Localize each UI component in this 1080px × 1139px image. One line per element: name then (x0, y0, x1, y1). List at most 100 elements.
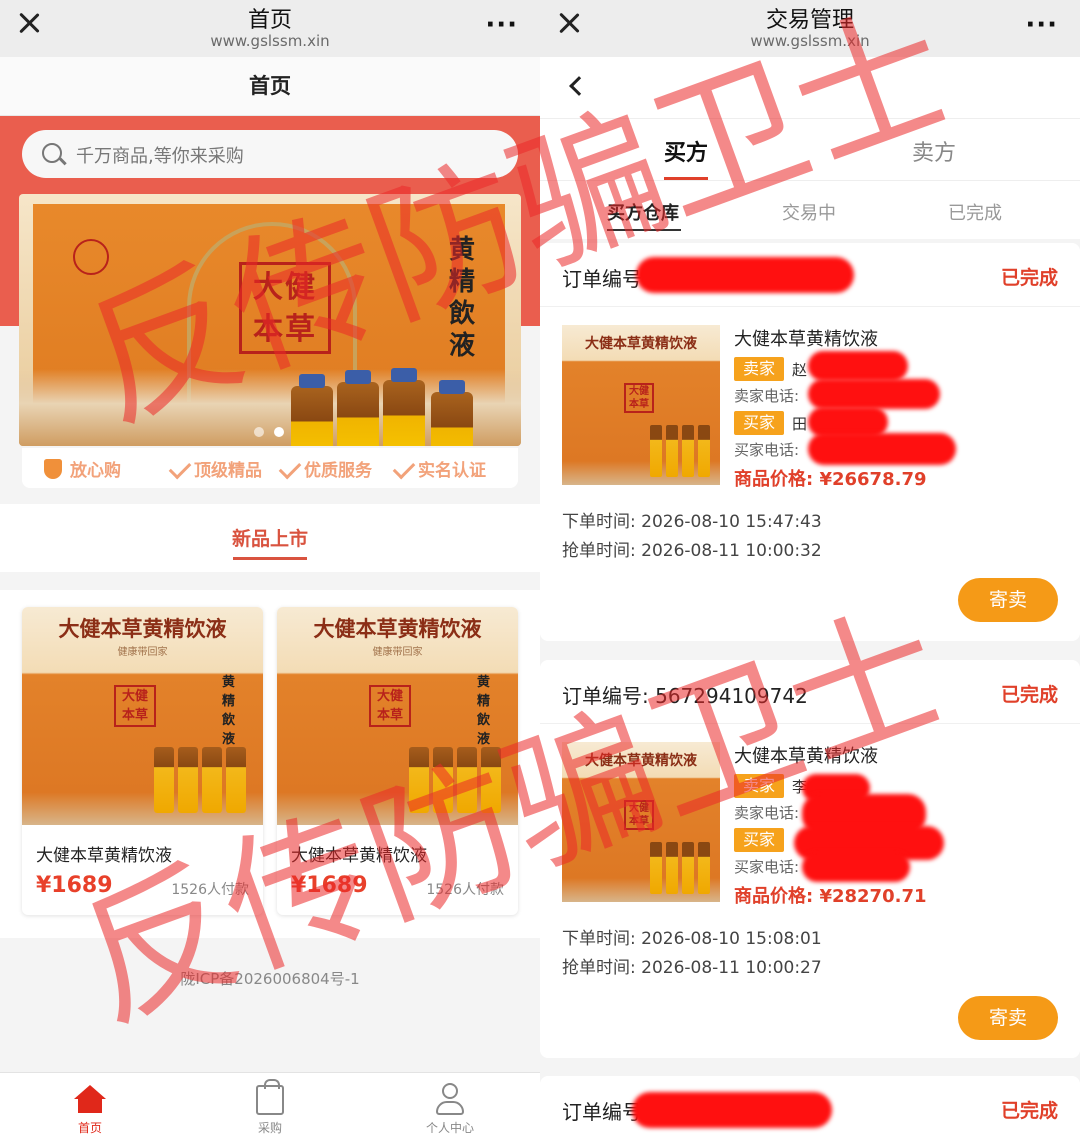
bottle-image (682, 842, 694, 894)
nav-bar (540, 57, 1080, 119)
product-image-title: 大健本草黄精饮液 (585, 336, 697, 352)
product-vertical-text: 黄精飲液 (222, 675, 236, 747)
badge-item: 放心购 (44, 456, 121, 481)
product-stamp: 大健 本草 (624, 800, 654, 830)
icp-record[interactable]: 陇ICP备2026006804号-1 (0, 968, 540, 989)
seller-tag: 卖家 (734, 357, 784, 381)
tab-in-progress[interactable]: 交易中 (782, 199, 836, 225)
redaction-mark (636, 257, 854, 293)
more-icon[interactable]: ··· (485, 10, 518, 40)
product-stamp: 大健 本草 (114, 685, 156, 727)
new-arrivals-header: 新品上市 (0, 504, 540, 572)
grab-time: 抢单时间: 2026-08-11 10:00:32 (562, 541, 822, 561)
bottle-image (409, 747, 429, 813)
window-url: www.gslssm.xin (210, 32, 330, 50)
search-icon (42, 143, 62, 163)
order-price: 商品价格: ¥28270.71 (734, 886, 927, 907)
check-icon (168, 456, 192, 480)
wechat-title-bar: 首页 www.gslssm.xin ··· (0, 0, 540, 57)
check-icon (278, 456, 302, 480)
product-image-title: 大健本草黄精饮液 (313, 616, 482, 641)
brand-logo-icon (73, 239, 109, 275)
product-stamp: 大健 本草 (369, 685, 411, 727)
redaction-mark (632, 1092, 832, 1128)
more-icon[interactable]: ··· (1025, 10, 1058, 40)
buyer-phone: 买家电话: (734, 441, 800, 459)
product-vertical-text: 黄精飲液 (477, 675, 491, 747)
bottle-image (698, 842, 710, 894)
carousel-dot-active[interactable] (274, 427, 284, 437)
check-icon (392, 456, 416, 480)
seller-tag: 卖家 (734, 774, 784, 798)
order-status: 已完成 (1000, 1100, 1058, 1122)
promo-banner[interactable]: 大健 本草 黄精飲液 (19, 194, 521, 446)
bottle-image (481, 747, 501, 813)
user-icon (434, 1083, 466, 1117)
tab-seller[interactable]: 卖方 (912, 135, 956, 167)
buyer-phone: 买家电话: (734, 858, 800, 876)
bottle-image (650, 425, 662, 477)
badge-item: 顶级精品 (168, 456, 262, 481)
consign-button[interactable]: 寄卖 (958, 996, 1058, 1040)
product-card[interactable]: 大健本草黄精饮液 健康带回家 大健 本草 黄精飲液 大健本草黄精饮液 ¥1689 … (277, 607, 518, 915)
tab-buyer[interactable]: 买方 (664, 135, 708, 167)
back-icon[interactable] (569, 76, 589, 96)
bottle-image (383, 368, 425, 446)
product-image-subtitle: 健康带回家 (372, 647, 423, 658)
order-card: 订单编号: 567294109742 已完成 大健本草黄精饮液 大健 本草 大健本… (540, 660, 1080, 1058)
section-underline (233, 557, 307, 560)
carousel-dot[interactable] (254, 427, 264, 437)
product-sold-count: 1526人付款 (171, 882, 249, 898)
banner-vertical-text: 黄精飲液 (449, 235, 476, 361)
tab-buyer-warehouse[interactable]: 买方仓库 (607, 199, 679, 225)
wechat-title-bar: 交易管理 www.gslssm.xin ··· (540, 0, 1080, 57)
redaction-mark (802, 852, 910, 882)
bottom-tab-bar: 首页 采购 个人中心 (0, 1072, 540, 1139)
tab-profile[interactable]: 个人中心 (360, 1073, 540, 1139)
seller-phone: 卖家电话: (734, 804, 800, 822)
bottle-image (431, 380, 473, 446)
status-tabs: 买方仓库 交易中 已完成 (540, 181, 1080, 239)
tab-completed[interactable]: 已完成 (948, 199, 1002, 225)
home-screen: 首页 www.gslssm.xin ··· 首页 千万商品,等你来采购 大健 本草… (0, 0, 540, 1139)
consign-button[interactable]: 寄卖 (958, 578, 1058, 622)
page-title: 首页 (0, 57, 540, 116)
order-product-image[interactable]: 大健本草黄精饮液 大健 本草 (562, 325, 720, 485)
order-status: 已完成 (1000, 684, 1058, 706)
product-image: 大健本草黄精饮液 健康带回家 大健 本草 黄精飲液 (22, 607, 263, 825)
role-tabs: 买方 卖方 (540, 119, 1080, 181)
product-image: 大健本草黄精饮液 健康带回家 大健 本草 黄精飲液 (277, 607, 518, 825)
tab-home[interactable]: 首页 (0, 1073, 180, 1139)
bottle-image (650, 842, 662, 894)
carousel-indicator[interactable] (254, 422, 294, 441)
seller-phone: 卖家电话: (734, 387, 800, 405)
window-title: 首页 (247, 8, 292, 33)
bottle-image (226, 747, 246, 813)
product-price: ¥1689 (36, 873, 113, 898)
tab-label: 个人中心 (425, 1121, 474, 1135)
order-number: 订单编号 (562, 1100, 642, 1124)
bottle-image (457, 747, 477, 813)
order-product-name: 大健本草黄精饮液 (734, 329, 878, 350)
order-number: 订单编号: 567294109742 (562, 684, 808, 708)
search-bar[interactable]: 千万商品,等你来采购 (22, 130, 518, 178)
bottle-image (202, 747, 222, 813)
order-product-name: 大健本草黄精饮液 (734, 746, 878, 767)
product-image-title: 大健本草黄精饮液 (58, 616, 227, 641)
redaction-mark (808, 433, 956, 465)
order-price: 商品价格: ¥26678.79 (734, 469, 927, 490)
buyer-tag: 买家 (734, 828, 784, 852)
bottle-image (698, 425, 710, 477)
product-image-subtitle: 健康带回家 (117, 647, 168, 658)
product-image-title: 大健本草黄精饮液 (585, 753, 697, 769)
shopping-bag-icon (256, 1079, 284, 1115)
divider (540, 306, 1080, 307)
product-card[interactable]: 大健本草黄精饮液 健康带回家 大健 本草 黄精飲液 大健本草黄精饮液 ¥1689 … (22, 607, 263, 915)
bottle-image (433, 747, 453, 813)
banner-stamp: 大健 本草 (239, 262, 331, 354)
product-name: 大健本草黄精饮液 (36, 846, 172, 866)
tab-purchase[interactable]: 采购 (180, 1073, 360, 1139)
order-product-image[interactable]: 大健本草黄精饮液 大健 本草 (562, 742, 720, 902)
buyer-name: 田 (792, 415, 808, 433)
badge-item: 优质服务 (278, 456, 372, 481)
